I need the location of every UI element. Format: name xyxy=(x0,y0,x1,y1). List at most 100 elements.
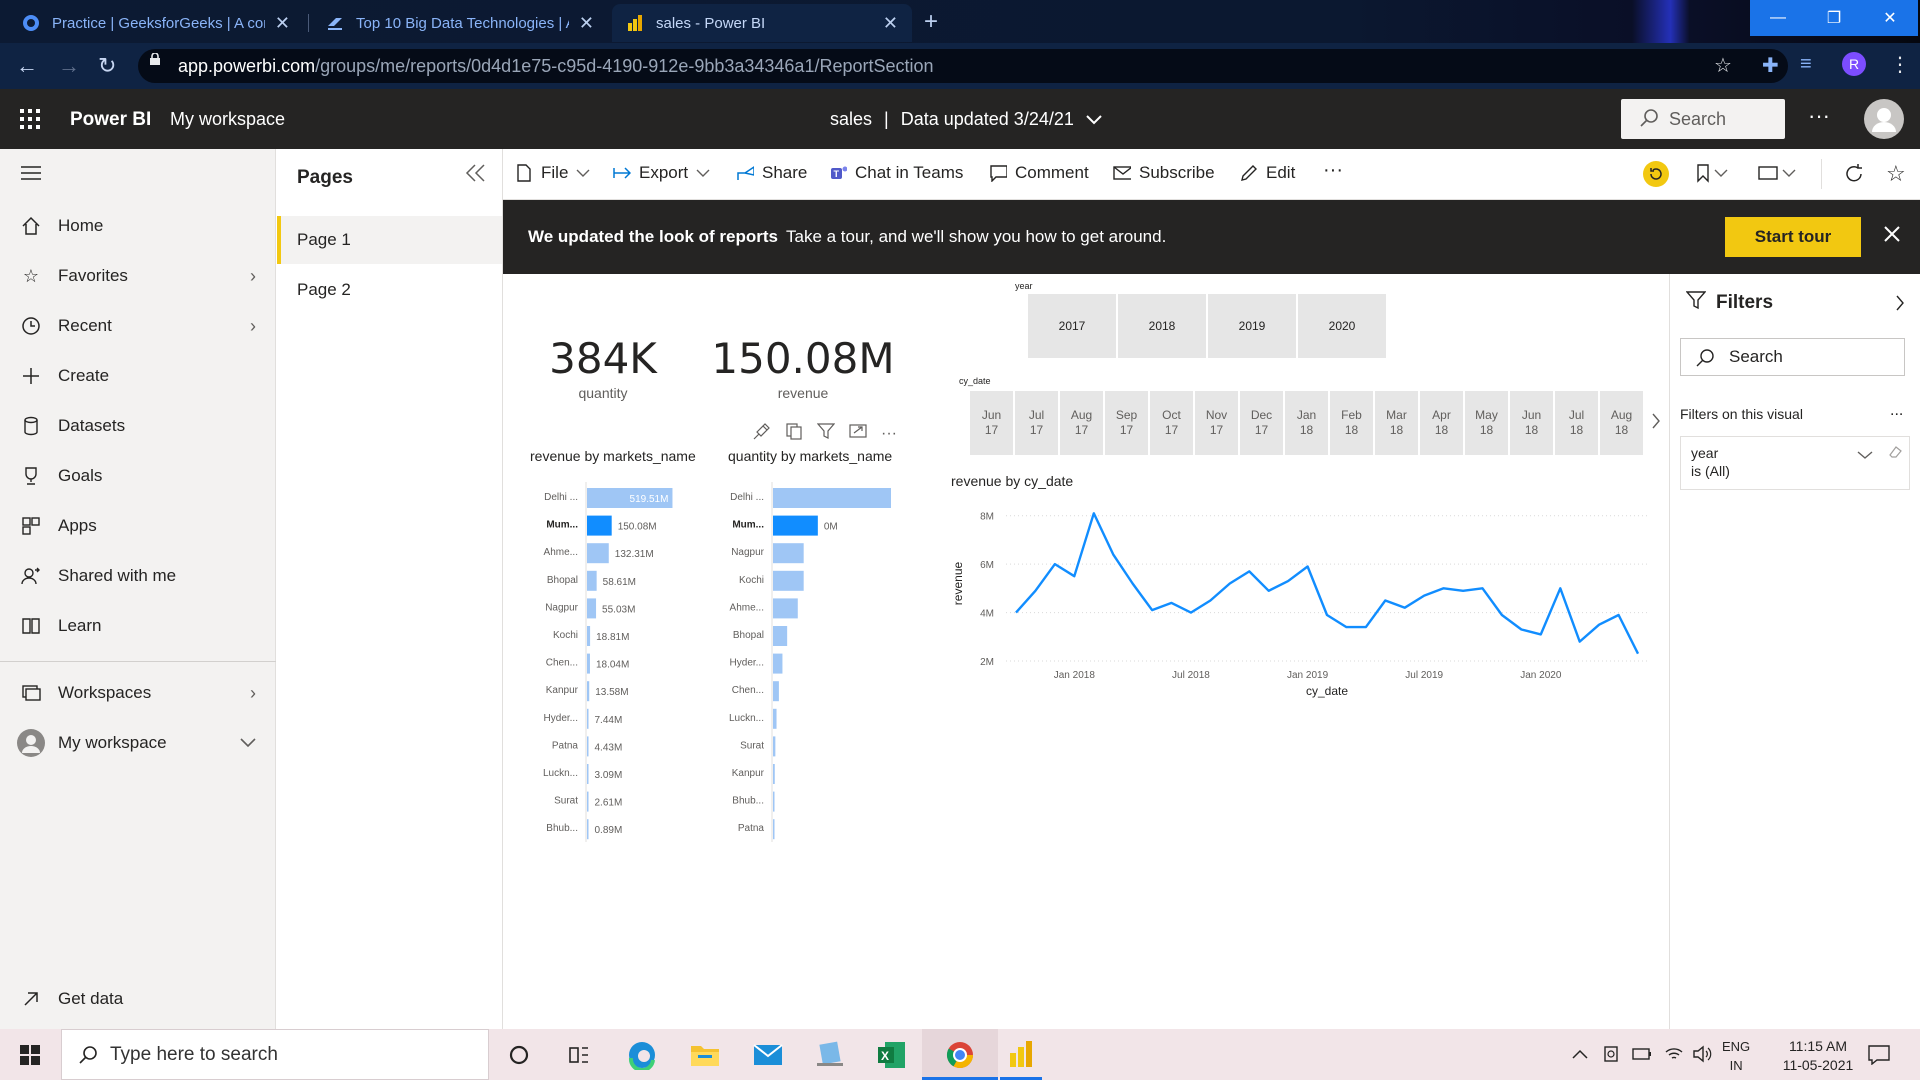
user-avatar[interactable] xyxy=(1864,99,1904,139)
brand-name[interactable]: Power BI xyxy=(70,109,151,131)
pin-icon[interactable] xyxy=(753,422,771,445)
nav-favorites[interactable]: ☆ Favorites › xyxy=(0,256,276,296)
excel-icon[interactable]: X xyxy=(877,1040,907,1075)
page-tab-2[interactable]: Page 2 xyxy=(277,266,502,314)
comment-button[interactable]: Comment xyxy=(989,163,1089,183)
back-button[interactable]: ← xyxy=(16,53,38,79)
year-option-2018[interactable]: 2018 xyxy=(1118,294,1206,358)
close-tab-icon[interactable]: ✕ xyxy=(579,13,594,34)
collapse-pane-icon[interactable] xyxy=(465,163,487,189)
revenue-card[interactable]: 150.08M revenue xyxy=(703,334,903,414)
date-option[interactable]: Aug 17 xyxy=(1060,391,1103,455)
edge-icon[interactable] xyxy=(627,1040,657,1075)
profile-avatar[interactable]: R xyxy=(1842,52,1866,76)
tray-device-icon[interactable] xyxy=(1602,1045,1620,1068)
date-option[interactable]: Jan 18 xyxy=(1285,391,1328,455)
notifications-icon[interactable] xyxy=(1868,1045,1890,1070)
header-search-input[interactable]: Search xyxy=(1621,99,1785,139)
chevron-down-icon[interactable] xyxy=(1857,447,1873,465)
nav-shared-with-me[interactable]: Shared with me xyxy=(0,556,276,596)
date-option[interactable]: Feb 18 xyxy=(1330,391,1373,455)
date-option[interactable]: Jun 18 xyxy=(1510,391,1553,455)
windows-start-icon[interactable] xyxy=(20,1045,40,1070)
restore-button[interactable]: ❐ xyxy=(1806,0,1862,36)
date-option[interactable]: Dec 17 xyxy=(1240,391,1283,455)
date-option[interactable]: Sep 17 xyxy=(1105,391,1148,455)
reset-icon[interactable] xyxy=(1643,161,1669,187)
quantity-card[interactable]: 384K quantity xyxy=(523,334,683,414)
device-app-icon[interactable] xyxy=(815,1041,845,1074)
close-window-button[interactable]: ✕ xyxy=(1862,0,1918,36)
start-tour-button[interactable]: Start tour xyxy=(1725,217,1861,257)
browser-menu-icon[interactable]: ⋮ xyxy=(1890,52,1910,77)
filters-header[interactable]: Filters xyxy=(1685,290,1773,315)
year-option-2017[interactable]: 2017 xyxy=(1028,294,1116,358)
filters-section-more[interactable]: ... xyxy=(1890,402,1903,420)
reload-button[interactable]: ↻ xyxy=(98,53,116,79)
bookmark-star-icon[interactable]: ☆ xyxy=(1714,53,1732,78)
bookmark-icon[interactable] xyxy=(1695,163,1729,188)
close-tab-icon[interactable]: ✕ xyxy=(883,13,898,34)
forward-button[interactable]: → xyxy=(58,53,80,79)
nav-my-workspace[interactable]: My workspace xyxy=(0,723,276,763)
copy-icon[interactable] xyxy=(785,422,803,445)
nav-recent[interactable]: Recent › xyxy=(0,306,276,346)
extensions-icon[interactable]: ✚ xyxy=(1762,53,1779,78)
revenue-by-date-chart[interactable]: 2M 4M 6M 8M Jan 2018 Jul 2018 Jan 2019 Jul 2019… xyxy=(948,496,1658,721)
file-menu[interactable]: File xyxy=(515,163,590,183)
refresh-icon[interactable] xyxy=(1843,163,1865,190)
minimize-button[interactable]: — xyxy=(1750,0,1806,36)
focus-mode-icon[interactable] xyxy=(849,422,867,445)
toolbar-more-icon[interactable]: ··· xyxy=(1323,159,1343,182)
date-option[interactable]: Apr 18 xyxy=(1420,391,1463,455)
visual-more-icon[interactable]: ··· xyxy=(881,425,897,443)
close-banner-icon[interactable] xyxy=(1883,222,1901,250)
nav-create[interactable]: Create xyxy=(0,356,276,396)
chat-in-teams-button[interactable]: T Chat in Teams xyxy=(829,163,963,183)
wifi-icon[interactable] xyxy=(1664,1046,1684,1067)
battery-icon[interactable] xyxy=(1632,1046,1652,1067)
app-launcher-icon[interactable] xyxy=(20,109,40,129)
year-filter-card[interactable]: year is (All) xyxy=(1680,436,1910,490)
view-icon[interactable] xyxy=(1757,163,1797,188)
nav-datasets[interactable]: Datasets xyxy=(0,406,276,446)
nav-home[interactable]: Home xyxy=(0,206,276,246)
cortana-icon[interactable] xyxy=(508,1044,530,1071)
url-field[interactable]: app.powerbi.com/groups/me/reports/0d4d1e… xyxy=(138,49,1788,83)
date-option[interactable]: Jul 17 xyxy=(1015,391,1058,455)
language-indicator[interactable]: ENG IN xyxy=(1722,1037,1750,1075)
chevron-right-icon[interactable] xyxy=(1895,294,1905,317)
chevron-right-icon[interactable] xyxy=(1651,412,1661,435)
date-option[interactable]: Aug 18 xyxy=(1600,391,1643,455)
nav-apps[interactable]: Apps xyxy=(0,506,276,546)
year-option-2019[interactable]: 2019 xyxy=(1208,294,1296,358)
year-option-2020[interactable]: 2020 xyxy=(1298,294,1386,358)
date-option[interactable]: Jun 17 xyxy=(970,391,1013,455)
date-option[interactable]: May 18 xyxy=(1465,391,1508,455)
page-tab-1[interactable]: Page 1 xyxy=(277,216,502,264)
nav-learn[interactable]: Learn xyxy=(0,606,276,646)
revenue-by-market-chart[interactable]: Delhi ... 519.51M Mum... 150.08M Ahme... 132.… xyxy=(518,482,708,842)
report-title[interactable]: sales | Data updated 3/24/21 xyxy=(830,109,1102,134)
favorite-star-icon[interactable]: ☆ xyxy=(1886,161,1906,187)
filters-search-input[interactable]: Search xyxy=(1680,338,1905,376)
share-button[interactable]: Share xyxy=(736,163,807,183)
browser-tab-geeksforgeeks[interactable]: Practice | GeeksforGeeks | A com ✕ xyxy=(8,4,304,42)
date-option[interactable]: Nov 17 xyxy=(1195,391,1238,455)
browser-tab-big-data[interactable]: Top 10 Big Data Technologies | A ✕ xyxy=(312,4,608,42)
filter-icon[interactable] xyxy=(816,422,836,445)
quantity-by-market-chart[interactable]: Delhi ... Mum... 0M Nagpur Kochi Ahme... Bhopa… xyxy=(713,482,893,842)
date-option[interactable]: Jul 18 xyxy=(1555,391,1598,455)
chrome-icon[interactable] xyxy=(922,1029,998,1080)
nav-get-data[interactable]: Get data xyxy=(0,979,276,1019)
file-explorer-icon[interactable] xyxy=(690,1042,720,1073)
chevron-up-icon[interactable] xyxy=(1572,1047,1588,1065)
new-tab-button[interactable]: + xyxy=(924,8,938,36)
powerbi-taskbar-icon[interactable] xyxy=(1000,1029,1042,1080)
volume-icon[interactable] xyxy=(1692,1045,1712,1068)
workspace-breadcrumb[interactable]: My workspace xyxy=(170,109,285,130)
close-tab-icon[interactable]: ✕ xyxy=(275,13,290,34)
clock[interactable]: 11:15 AM 11-05-2021 xyxy=(1768,1037,1868,1075)
edit-button[interactable]: Edit xyxy=(1240,163,1295,183)
eraser-icon[interactable] xyxy=(1887,443,1903,464)
